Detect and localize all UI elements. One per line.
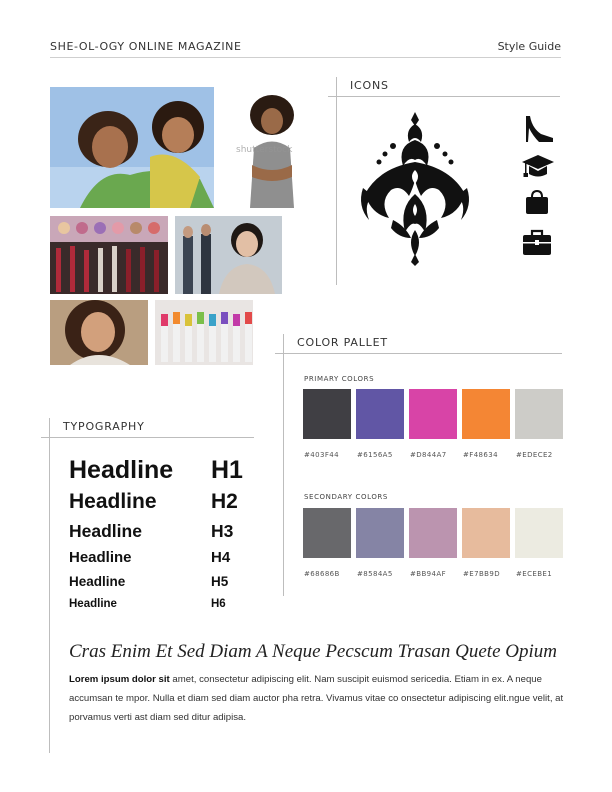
- primary-swatch-5: [515, 389, 563, 439]
- graduation-cap-icon: [521, 153, 555, 181]
- primary-hex-2: #6156A5: [357, 451, 393, 459]
- primary-hex-5: #EDECE2: [516, 451, 553, 459]
- typography-divider-vertical: [49, 418, 50, 753]
- sample-lead-text: Lorem ipsum dolor sit: [69, 674, 170, 685]
- color-divider-horizontal: [275, 353, 562, 354]
- color-section-title: COLOR PALLET: [297, 336, 388, 349]
- headline-h5-label: H5: [211, 574, 229, 589]
- photo-smiling-woman: [50, 300, 148, 365]
- primary-swatch-3: [409, 389, 457, 439]
- headline-h4-sample: Headline: [69, 549, 132, 566]
- typography-divider-horizontal: [41, 437, 254, 438]
- headline-h1-label: H1: [211, 456, 243, 484]
- photo-makeup-brushes: [50, 216, 168, 294]
- page-header: SHE-OL-OGY ONLINE MAGAZINE Style Guide: [50, 40, 561, 58]
- high-heel-shoe-icon: [523, 114, 555, 144]
- headline-h4-label: H4: [211, 549, 231, 566]
- primary-hex-3: #D844A7: [410, 451, 447, 459]
- headline-h2-label: H2: [211, 490, 238, 513]
- secondary-swatch-4: [462, 508, 510, 558]
- shopping-bag-icon: [524, 189, 550, 215]
- primary-colors-label: PRIMARY COLORS: [304, 375, 375, 383]
- secondary-hex-2: #8584A5: [357, 570, 393, 578]
- headline-h6-label: H6: [211, 598, 226, 610]
- secondary-hex-3: #BB94AF: [410, 570, 446, 578]
- photo-business-woman: [175, 216, 282, 294]
- secondary-hex-4: #E7BB9D: [463, 570, 500, 578]
- briefcase-icon: [522, 229, 552, 256]
- secondary-colors-label: SECONDARY COLORS: [304, 493, 388, 501]
- headline-h3-sample: Headline: [69, 521, 142, 541]
- magazine-title: SHE-OL-OGY ONLINE MAGAZINE: [50, 40, 242, 53]
- secondary-swatch-2: [356, 508, 404, 558]
- photo-watermark: shutterstock: [236, 145, 293, 155]
- primary-swatch-4: [462, 389, 510, 439]
- headline-h3-label: H3: [211, 521, 234, 541]
- icons-divider-horizontal: [328, 96, 560, 97]
- icons-section-title: ICONS: [350, 79, 389, 92]
- headline-h2-sample: Headline: [69, 490, 157, 513]
- secondary-hex-5: #ECEBE1: [516, 570, 553, 578]
- photo-mother-daughter: [50, 87, 214, 208]
- headline-h5-sample: Headline: [69, 574, 126, 589]
- secondary-hex-1: #68686B: [304, 570, 340, 578]
- primary-swatch-1: [303, 389, 351, 439]
- primary-hex-1: #403F44: [304, 451, 339, 459]
- photo-colorful-lipsticks: [155, 300, 253, 365]
- typography-section-title: TYPOGRAPHY: [63, 420, 145, 433]
- damask-ornament-icon: [355, 110, 475, 266]
- primary-swatch-2: [356, 389, 404, 439]
- icons-divider-vertical: [336, 77, 337, 285]
- headline-h1-sample: Headline: [69, 456, 174, 484]
- secondary-swatch-5: [515, 508, 563, 558]
- color-divider-vertical: [283, 334, 284, 596]
- sample-body-paragraph: Lorem ipsum dolor sit amet, consectetur …: [69, 670, 569, 727]
- secondary-swatch-1: [303, 508, 351, 558]
- primary-hex-4: #F48634: [463, 451, 498, 459]
- style-guide-label: Style Guide: [497, 40, 561, 53]
- headline-h6-sample: Headline: [69, 598, 117, 610]
- secondary-swatch-3: [409, 508, 457, 558]
- sample-quote: Cras Enim Et Sed Diam A Neque Pecscum Tr…: [69, 641, 557, 662]
